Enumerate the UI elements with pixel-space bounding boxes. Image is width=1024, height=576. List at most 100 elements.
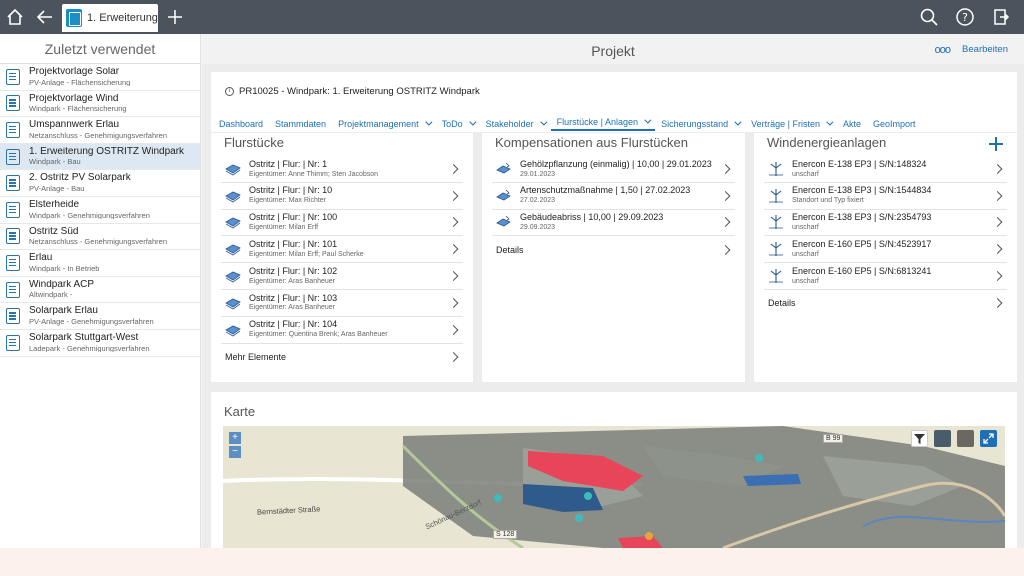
- project-tab[interactable]: ToDo: [436, 119, 480, 129]
- project-tab[interactable]: Stammdaten: [269, 119, 332, 129]
- sidebar-item[interactable]: Umspannwerk Erlau Netzanschluss - Genehm…: [0, 117, 200, 144]
- search-icon[interactable]: [914, 0, 944, 34]
- list-item[interactable]: Gebäudeabriss | 10,00 | 29.09.2023 29.09…: [492, 210, 735, 237]
- project-tab[interactable]: Verträge | Fristen: [745, 119, 837, 129]
- project-tab[interactable]: Stakeholder: [480, 119, 551, 129]
- sidebar-item-name: Umspannwerk Erlau: [29, 120, 120, 131]
- details-link-label: Details: [768, 298, 796, 309]
- list-item[interactable]: Enercon E-138 EP3 | S/N:148324 unscharf: [764, 156, 1007, 183]
- list-item-subtitle: Eigentümer: Aras Banheuer: [249, 304, 335, 312]
- map-road-badge-2: S 128: [493, 530, 518, 539]
- open-tab-project[interactable]: 1. Erweiterung ...: [62, 4, 158, 32]
- list-item[interactable]: Ostritz | Flur: | Nr: 102 Eigentümer: Ar…: [221, 263, 463, 290]
- home-icon[interactable]: [0, 0, 30, 34]
- compensation-icon: [496, 189, 511, 201]
- sidebar-item-name: Projektvorlage Solar: [29, 67, 120, 78]
- sidebar-item-sub: PV-Anlage - Flächensicherung: [29, 77, 131, 87]
- info-icon: i: [225, 87, 234, 96]
- parcel-icon: [225, 218, 241, 229]
- filter-icon[interactable]: [911, 430, 928, 447]
- details-link[interactable]: Details: [492, 236, 735, 263]
- project-tab[interactable]: Dashboard: [213, 119, 269, 129]
- project-tab[interactable]: Flurstücke | Anlagen: [550, 117, 656, 131]
- logout-icon[interactable]: [986, 0, 1016, 34]
- help-icon[interactable]: ?: [950, 0, 980, 34]
- project-doc-icon: [6, 148, 20, 165]
- sidebar-item[interactable]: Projektvorlage Solar PV-Anlage - Flächen…: [0, 64, 200, 91]
- chevron-down-icon: [734, 118, 742, 126]
- chevron-down-icon: [540, 118, 548, 126]
- back-arrow-icon[interactable]: [30, 0, 60, 34]
- list-item[interactable]: Ostritz | Flur: | Nr: 103 Eigentümer: Ar…: [221, 290, 463, 317]
- more-items-link[interactable]: Mehr Elemente: [221, 344, 463, 371]
- list-item-subtitle: Eigentümer: Milan Erff; Paul Scherke: [249, 250, 364, 258]
- fullscreen-icon[interactable]: [980, 430, 997, 447]
- chevron-right-icon: [448, 297, 459, 308]
- parcel-icon: [225, 244, 241, 256]
- list-item-subtitle: unscharf: [792, 224, 819, 232]
- sidebar-item[interactable]: 2. Ostritz PV Solarpark PV-Anlage - Bau: [0, 170, 200, 197]
- layer-satellite-icon[interactable]: [934, 430, 951, 447]
- details-link[interactable]: Details: [764, 290, 1007, 317]
- list-item-subtitle: 27.02.2023: [520, 197, 556, 205]
- new-tab-plus-icon[interactable]: [160, 0, 190, 34]
- chevron-right-icon: [992, 244, 1003, 255]
- sidebar-item-sub: Altwindpark -: [29, 290, 73, 300]
- project-doc-icon: [6, 228, 20, 245]
- edit-button[interactable]: Bearbeiten: [962, 44, 1008, 55]
- list-item[interactable]: Ostritz | Flur: | Nr: 104 Eigentümer: Qu…: [221, 317, 463, 344]
- project-tab[interactable]: Projektmanagement: [332, 119, 436, 129]
- sidebar-item[interactable]: 1. Erweiterung OSTRITZ Windpark Windpark…: [0, 143, 200, 171]
- list-item[interactable]: Artenschutzmaßnahme | 1,50 | 27.02.2023 …: [492, 183, 735, 210]
- sidebar-item-name: 2. Ostritz PV Solarpark: [29, 173, 131, 184]
- chevron-right-icon: [448, 244, 459, 255]
- sidebar-item-sub: Ladepark - Genehmigungsverfahren: [29, 343, 150, 353]
- list-item[interactable]: Ostritz | Flur: | Nr: 10 Eigentümer: Max…: [221, 183, 463, 210]
- sidebar-item[interactable]: Windpark ACP Altwindpark -: [0, 277, 200, 304]
- sidebar-item[interactable]: Elsterheide Windpark - Genehmigungsverfa…: [0, 197, 200, 224]
- zoom-in-button[interactable]: +: [229, 432, 241, 444]
- list-item[interactable]: Ostritz | Flur: | Nr: 1 Eigentümer: Anne…: [221, 156, 463, 183]
- sidebar-item[interactable]: Solarpark Stuttgart-West Ladepark - Gene…: [0, 330, 200, 357]
- chevron-right-icon: [448, 271, 459, 282]
- list-item-title: Enercon E-138 EP3 | S/N:2354793: [792, 212, 932, 223]
- project-tab-label: Stakeholder: [485, 118, 534, 129]
- project-card: i PR10025 - Windpark: 1. Erweiterung OST…: [211, 72, 1017, 132]
- compensation-icon: [496, 162, 511, 174]
- sidebar-title: Zuletzt verwendet: [0, 34, 200, 64]
- list-item[interactable]: Ostritz | Flur: | Nr: 101 Eigentümer: Mi…: [221, 236, 463, 264]
- list-item[interactable]: Enercon E-138 EP3 | S/N:2354793 unscharf: [764, 210, 1007, 237]
- list-item-subtitle: 29.01.2023: [520, 170, 556, 178]
- parcel-icon: [225, 298, 241, 310]
- project-tab[interactable]: Sicherungsstand: [655, 119, 745, 129]
- sidebar-item[interactable]: Erlau Windpark - In Betrieb: [0, 250, 200, 277]
- more-options-button[interactable]: ooo: [935, 44, 951, 56]
- list-item-title: Ostritz | Flur: | Nr: 103: [249, 292, 338, 303]
- list-item[interactable]: Ostritz | Flur: | Nr: 100 Eigentümer: Mi…: [221, 210, 463, 237]
- list-item[interactable]: Gehölzpflanzung (einmalig) | 10,00 | 29.…: [492, 156, 735, 183]
- zoom-out-button[interactable]: −: [229, 446, 241, 458]
- list-item-subtitle: Eigentümer: Max Richter: [249, 197, 327, 205]
- sidebar-item[interactable]: Projektvorlage Wind Windpark - Flächensi…: [0, 91, 200, 118]
- project-doc-icon: [6, 95, 20, 112]
- sidebar-item[interactable]: Solarpark Erlau PV-Anlage - Genehmigungs…: [0, 303, 200, 330]
- sidebar-item[interactable]: Ostritz Süd Netzanschluss - Genehmigungs…: [0, 224, 200, 251]
- list-item[interactable]: Enercon E-160 EP5 | S/N:6813241 unscharf: [764, 263, 1007, 290]
- layer-terrain-icon[interactable]: [957, 430, 974, 447]
- document-icon: [66, 9, 82, 27]
- list-item-title: Ostritz | Flur: | Nr: 1: [249, 158, 328, 169]
- list-item[interactable]: Enercon E-160 EP5 | S/N:4523917 unscharf: [764, 236, 1007, 264]
- project-tab[interactable]: Akte: [837, 119, 867, 129]
- list-item-subtitle: Eigentümer: Aras Banheuer: [249, 277, 335, 285]
- map-view[interactable]: + − Bernstädter Straße Schönau-Berzdorf …: [223, 426, 1005, 548]
- parcel-icon: [225, 271, 241, 283]
- parcel-icon: [225, 191, 241, 203]
- wind-turbine-icon: [769, 161, 783, 176]
- list-item-title: Ostritz | Flur: | Nr: 10: [249, 185, 333, 196]
- add-plus-icon[interactable]: [989, 137, 1003, 151]
- list-item[interactable]: Enercon E-138 EP3 | S/N:1544834 Standort…: [764, 183, 1007, 210]
- project-doc-icon: [6, 201, 20, 218]
- sidebar-item-sub: Windpark - Genehmigungsverfahren: [29, 210, 150, 220]
- recent-sidebar: Zuletzt verwendet Projektvorlage Solar P…: [0, 34, 201, 548]
- project-tab[interactable]: GeoImport: [867, 119, 922, 129]
